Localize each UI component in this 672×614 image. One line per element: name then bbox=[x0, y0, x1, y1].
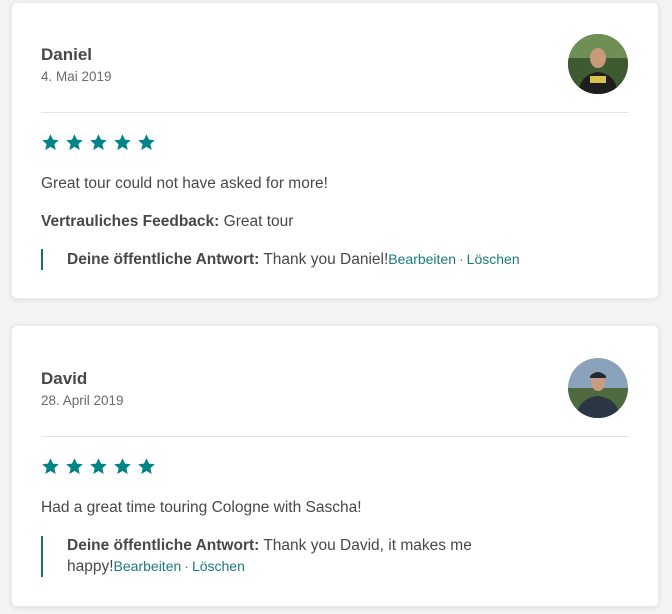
star-icon bbox=[42, 134, 59, 151]
star-icon bbox=[66, 134, 83, 151]
private-feedback: Vertrauliches Feedback: Great tour bbox=[41, 213, 621, 231]
star-icon bbox=[138, 458, 155, 475]
review-card: David 28. April 2019 Had a great time to… bbox=[11, 325, 659, 607]
public-response: Deine öffentliche Antwort: Thank you Dav… bbox=[41, 536, 621, 577]
delete-link[interactable]: Löschen bbox=[467, 251, 520, 267]
avatar[interactable] bbox=[568, 34, 628, 94]
review-comment: Great tour could not have asked for more… bbox=[41, 175, 328, 192]
review-date: 28. April 2019 bbox=[41, 393, 124, 408]
reviewer-name: Daniel bbox=[41, 45, 93, 64]
avatar[interactable] bbox=[568, 358, 628, 418]
separator: · bbox=[459, 251, 464, 267]
star-icon bbox=[66, 458, 83, 475]
delete-link[interactable]: Löschen bbox=[192, 558, 245, 574]
star-rating bbox=[41, 457, 156, 476]
review-card: Daniel 4. Mai 2019 Great tour could not … bbox=[11, 2, 659, 299]
star-icon bbox=[114, 458, 131, 475]
star-icon bbox=[138, 134, 155, 151]
public-response: Deine öffentliche Antwort: Thank you Dan… bbox=[41, 249, 621, 270]
star-rating bbox=[41, 133, 156, 152]
review-date: 4. Mai 2019 bbox=[41, 69, 112, 84]
edit-link[interactable]: Bearbeiten bbox=[388, 251, 456, 267]
private-feedback-label: Vertrauliches Feedback: bbox=[41, 213, 220, 230]
public-response-text: Thank you Daniel! bbox=[263, 251, 389, 268]
public-response-label: Deine öffentliche Antwort: bbox=[67, 251, 260, 268]
star-icon bbox=[42, 458, 59, 475]
divider bbox=[41, 436, 629, 437]
review-comment: Had a great time touring Cologne with Sa… bbox=[41, 499, 362, 516]
star-icon bbox=[90, 458, 107, 475]
star-icon bbox=[90, 134, 107, 151]
star-icon bbox=[114, 134, 131, 151]
private-feedback-text: Great tour bbox=[223, 213, 294, 230]
edit-link[interactable]: Bearbeiten bbox=[114, 558, 182, 574]
divider bbox=[41, 112, 629, 113]
public-response-label: Deine öffentliche Antwort: bbox=[67, 537, 260, 554]
reviewer-name: David bbox=[41, 369, 88, 388]
separator: · bbox=[184, 558, 189, 574]
